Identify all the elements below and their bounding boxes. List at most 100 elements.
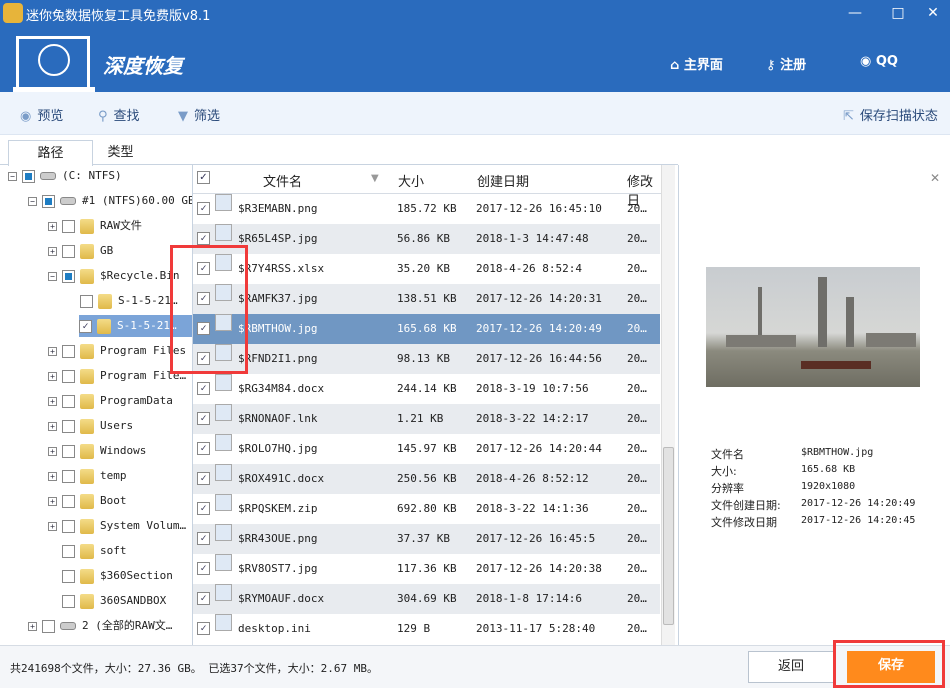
tree-item[interactable]: + System Volum… [48, 515, 186, 537]
table-row[interactable]: ✓ $RNONAOF.lnk 1.21 KB 2018-3-22 14:2:17… [193, 404, 660, 434]
save-scan-button[interactable]: ⇱ 保存扫描状态 [843, 105, 938, 124]
tree-item[interactable]: + RAW文件 [48, 215, 142, 237]
tree-checkbox[interactable] [62, 469, 75, 483]
tree-checkbox[interactable] [62, 544, 75, 558]
tree-item[interactable]: − #1 (NTFS)60.00 GB [28, 190, 192, 212]
scrollbar-thumb[interactable] [663, 447, 674, 625]
tree-checkbox[interactable] [42, 619, 55, 633]
table-row[interactable]: ✓ desktop.ini 129 B 2013-11-17 5:28:40 2… [193, 614, 660, 644]
row-checkbox[interactable]: ✓ [197, 532, 210, 545]
tree-checkbox[interactable] [62, 444, 75, 458]
tree-checkbox[interactable]: ✓ [79, 319, 92, 333]
close-button[interactable]: ✕ [918, 2, 948, 24]
row-checkbox[interactable]: ✓ [197, 502, 210, 515]
tree-checkbox[interactable] [62, 344, 75, 358]
row-checkbox[interactable]: ✓ [197, 292, 210, 305]
tree-checkbox[interactable] [62, 519, 75, 533]
expand-toggle-icon[interactable]: + [48, 346, 57, 356]
row-checkbox[interactable]: ✓ [197, 382, 210, 395]
row-checkbox[interactable]: ✓ [197, 412, 210, 425]
select-all-checkbox[interactable]: ✓ [197, 171, 210, 184]
expand-toggle-icon[interactable]: + [48, 421, 57, 431]
row-checkbox[interactable]: ✓ [197, 472, 210, 485]
tree-item[interactable]: + GB [48, 240, 113, 262]
tab-type[interactable]: 类型 [78, 140, 163, 166]
maximize-button[interactable]: □ [883, 2, 913, 24]
tree-checkbox[interactable] [80, 294, 93, 308]
table-row[interactable]: ✓ $RV8OST7.jpg 117.36 KB 2017-12-26 14:2… [193, 554, 660, 584]
row-checkbox[interactable]: ✓ [197, 622, 210, 635]
home-button[interactable]: ⌂ 主界面 [670, 54, 723, 73]
row-checkbox[interactable]: ✓ [197, 442, 210, 455]
tree-checkbox[interactable] [62, 594, 75, 608]
expand-toggle-icon[interactable]: + [48, 471, 57, 481]
preview-button[interactable]: ◉ 预览 [20, 105, 63, 124]
close-preview-icon[interactable]: ✕ [930, 171, 940, 185]
tree-checkbox[interactable] [62, 269, 75, 283]
table-row[interactable]: ✓ $RPQSKEM.zip 692.80 KB 2018-3-22 14:1:… [193, 494, 660, 524]
filter-button[interactable]: ▼ 筛选 [178, 105, 220, 124]
tree-item[interactable]: − $Recycle.Bin [48, 265, 179, 287]
tree-checkbox[interactable] [62, 569, 75, 583]
qq-button[interactable]: ◉ QQ [860, 54, 898, 69]
save-button[interactable]: 保存 [847, 651, 935, 683]
tree-item[interactable]: + temp [48, 465, 127, 487]
tree-checkbox[interactable] [22, 169, 35, 183]
expand-toggle-icon[interactable]: + [28, 621, 37, 631]
table-row[interactable]: ✓ $RYMOAUF.docx 304.69 KB 2018-1-8 17:14… [193, 584, 660, 614]
column-created[interactable]: 创建日期 [477, 171, 529, 190]
tree-checkbox[interactable] [42, 194, 55, 208]
tree-item[interactable]: $360Section [62, 565, 173, 587]
row-checkbox[interactable]: ✓ [197, 562, 210, 575]
find-button[interactable]: ⚲ 查找 [98, 105, 140, 124]
tree-checkbox[interactable] [62, 494, 75, 508]
tree-item[interactable]: soft [62, 540, 127, 562]
expand-toggle-icon[interactable]: + [48, 446, 57, 456]
expand-toggle-icon[interactable]: − [28, 196, 37, 206]
expand-toggle-icon[interactable]: − [48, 271, 57, 281]
tree-item[interactable]: + ProgramData [48, 390, 173, 412]
table-row[interactable]: ✓ $RBMTHOW.jpg 165.68 KB 2017-12-26 14:2… [193, 314, 660, 344]
expand-toggle-icon[interactable]: − [8, 171, 17, 181]
tree-item[interactable]: − (C: NTFS) [8, 165, 122, 187]
scrollbar[interactable] [661, 165, 675, 645]
table-row[interactable]: ✓ $RAMFK37.jpg 138.51 KB 2017-12-26 14:2… [193, 284, 660, 314]
row-checkbox[interactable]: ✓ [197, 262, 210, 275]
expand-toggle-icon[interactable]: + [48, 371, 57, 381]
tree-item[interactable]: 360SANDBOX [62, 590, 166, 612]
column-size[interactable]: 大小 [398, 171, 424, 190]
table-row[interactable]: ✓ $R3EMABN.png 185.72 KB 2017-12-26 16:4… [193, 194, 660, 224]
register-button[interactable]: ⚷ 注册 [766, 54, 806, 73]
tree-checkbox[interactable] [62, 219, 75, 233]
tree-item[interactable]: + Users [48, 415, 133, 437]
minimize-button[interactable]: — [840, 2, 870, 24]
tree-item[interactable]: + Program Files [48, 340, 186, 362]
expand-toggle-icon[interactable]: + [48, 246, 57, 256]
row-checkbox[interactable]: ✓ [197, 352, 210, 365]
tree-item[interactable]: + Boot [48, 490, 127, 512]
tree-item[interactable]: ✓ S-1-5-21… [79, 315, 192, 337]
tree-checkbox[interactable] [62, 244, 75, 258]
row-checkbox[interactable]: ✓ [197, 232, 210, 245]
tree-item[interactable]: + Program File… [48, 365, 186, 387]
row-checkbox[interactable]: ✓ [197, 322, 210, 335]
expand-toggle-icon[interactable]: + [48, 396, 57, 406]
table-row[interactable]: ✓ $RR43OUE.png 37.37 KB 2017-12-26 16:45… [193, 524, 660, 554]
back-button[interactable]: 返回 [748, 651, 834, 683]
row-checkbox[interactable]: ✓ [197, 592, 210, 605]
expand-toggle-icon[interactable]: + [48, 496, 57, 506]
table-row[interactable]: ✓ $R7Y4RSS.xlsx 35.20 KB 2018-4-26 8:52:… [193, 254, 660, 284]
table-row[interactable]: ✓ $R65L4SP.jpg 56.86 KB 2018-1-3 14:47:4… [193, 224, 660, 254]
tree-item[interactable]: S-1-5-21… [80, 290, 178, 312]
row-checkbox[interactable]: ✓ [197, 202, 210, 215]
tree-item[interactable]: + Windows [48, 440, 146, 462]
tree-checkbox[interactable] [62, 369, 75, 383]
tree-item[interactable]: +2 (全部的RAW文… [28, 615, 172, 637]
column-name[interactable]: 文件名 [263, 171, 302, 190]
expand-toggle-icon[interactable]: + [48, 521, 57, 531]
table-row[interactable]: ✓ $RFND2I1.png 98.13 KB 2017-12-26 16:44… [193, 344, 660, 374]
table-row[interactable]: ✓ $ROX491C.docx 250.56 KB 2018-4-26 8:52… [193, 464, 660, 494]
tree-checkbox[interactable] [62, 419, 75, 433]
tree-checkbox[interactable] [62, 394, 75, 408]
table-row[interactable]: ✓ $RG34M84.docx 244.14 KB 2018-3-19 10:7… [193, 374, 660, 404]
